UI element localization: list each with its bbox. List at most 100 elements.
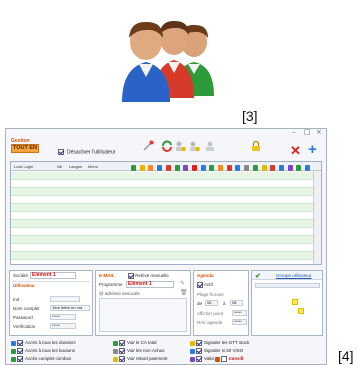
column-header-icon[interactable] <box>296 165 302 171</box>
rav-field[interactable]: ***** <box>232 319 247 325</box>
column-header-icon[interactable] <box>183 165 189 171</box>
column-header-icon[interactable] <box>157 165 163 171</box>
grid-vertical-scrollbar[interactable] <box>313 171 321 264</box>
col-header-login[interactable]: Lock Login <box>14 164 33 169</box>
table-row[interactable] <box>11 244 314 252</box>
column-header-icon[interactable] <box>165 165 171 171</box>
programme-select[interactable]: Elément 1 <box>126 281 174 288</box>
user-settings-icon[interactable] <box>204 140 216 152</box>
padlock-icon[interactable] <box>250 140 262 152</box>
deactivate-checkbox[interactable] <box>58 149 64 155</box>
right-checkbox[interactable] <box>119 356 125 362</box>
column-header-icon[interactable] <box>278 165 284 171</box>
table-row[interactable] <box>11 212 314 220</box>
column-header-icon[interactable] <box>226 165 232 171</box>
column-header-icon[interactable] <box>148 165 154 171</box>
table-row[interactable] <box>11 196 314 204</box>
right-option[interactable]: Voir les non-Achus <box>113 348 165 354</box>
maximize-icon[interactable]: □ <box>304 129 311 136</box>
column-header-icon[interactable] <box>200 165 206 171</box>
table-row[interactable] <box>11 188 314 196</box>
col-header-menu[interactable]: Menu <box>88 164 98 169</box>
plage-label: Plage horaire <box>197 292 224 297</box>
column-header-icon[interactable] <box>209 165 215 171</box>
delete-icon[interactable]: ✕ <box>290 144 301 157</box>
group-yellow-marker-2[interactable] <box>298 308 304 314</box>
table-row[interactable] <box>11 220 314 228</box>
refresh-icon[interactable] <box>161 140 173 152</box>
table-row[interactable] <box>11 228 314 236</box>
right-option[interactable]: Voir retard paiement <box>113 356 168 362</box>
table-row[interactable] <box>11 180 314 188</box>
nom-complet-field[interactable]: 1ère lettre en ma <box>50 305 90 311</box>
right-checkbox[interactable] <box>196 340 202 346</box>
right-option[interactable]: Accès à tous les boutons <box>11 348 75 354</box>
user-lock-icon[interactable] <box>174 140 186 152</box>
groups-input[interactable] <box>255 283 320 288</box>
right-option[interactable]: Signaler les GTT stock <box>190 340 249 346</box>
right-checkbox[interactable] <box>196 348 202 354</box>
column-header-icon[interactable] <box>131 165 136 171</box>
trash-icon[interactable]: 🗑 <box>180 289 188 296</box>
right-option[interactable]: Valid. <box>190 356 215 362</box>
user-panel: Société Elément 1 Utilisateur Init Nom c… <box>9 270 93 336</box>
right-checkbox[interactable] <box>17 340 23 346</box>
right-icon <box>11 356 16 362</box>
a-field[interactable]: 08 <box>230 300 243 306</box>
releve-option[interactable]: Relève manuelle <box>128 273 169 279</box>
right-checkbox[interactable] <box>221 356 227 362</box>
password-field[interactable]: ***** <box>50 314 76 320</box>
right-icon <box>190 348 195 354</box>
actif-label: Actif <box>204 282 213 288</box>
verification-field[interactable]: ***** <box>50 323 76 329</box>
column-header-icon[interactable] <box>261 165 267 171</box>
right-option[interactable]: Intevill <box>215 356 243 362</box>
actif-option[interactable]: Actif <box>197 282 213 288</box>
actif-checkbox[interactable] <box>197 282 203 288</box>
add-user-icon[interactable]: + <box>308 142 317 157</box>
afficher-field[interactable]: ***** <box>232 310 247 316</box>
col-header-nb[interactable]: Nb <box>57 164 62 169</box>
right-checkbox[interactable] <box>17 348 23 354</box>
releve-checkbox[interactable] <box>128 273 134 279</box>
right-option[interactable]: Voir le CA total <box>113 340 157 346</box>
close-window-icon[interactable]: × <box>316 129 322 136</box>
column-header-icon[interactable] <box>305 165 310 171</box>
table-row[interactable] <box>11 204 314 212</box>
edit-icon[interactable]: ✎ <box>180 280 185 287</box>
key-tool-icon[interactable] <box>142 140 154 152</box>
groupe-utilisateur-link[interactable]: Groupe utilisateur <box>276 273 312 278</box>
tout-en-button[interactable]: TOUT EN <box>11 144 39 153</box>
table-row[interactable] <box>11 260 314 264</box>
column-header-icon[interactable] <box>244 165 250 171</box>
column-header-icon[interactable] <box>235 165 241 171</box>
right-option[interactable]: Signaler si 50 VISO <box>190 348 243 354</box>
col-header-langue[interactable]: Langue <box>69 164 82 169</box>
adresse-list[interactable] <box>99 298 187 332</box>
right-option[interactable]: Accès complet combos <box>11 356 71 362</box>
de-field[interactable]: 08 <box>205 300 218 306</box>
right-checkbox[interactable] <box>196 356 202 362</box>
group-yellow-marker[interactable] <box>292 299 298 305</box>
right-checkbox[interactable] <box>119 348 125 354</box>
column-header-icon[interactable] <box>191 165 197 171</box>
right-label: Accès complet combos <box>25 356 72 362</box>
column-header-icon[interactable] <box>218 165 223 171</box>
minimize-icon[interactable]: – <box>292 129 296 136</box>
deactivate-user-option[interactable]: Désactiver l'utilisateur <box>58 149 115 155</box>
column-header-icon[interactable] <box>270 165 276 171</box>
table-row[interactable] <box>11 172 314 180</box>
right-checkbox[interactable] <box>119 340 125 346</box>
right-checkbox[interactable] <box>17 356 23 362</box>
table-row[interactable] <box>11 236 314 244</box>
column-header-icon[interactable] <box>287 165 293 171</box>
column-header-icon[interactable] <box>139 165 145 171</box>
init-field[interactable] <box>50 296 80 302</box>
user-lock-2-icon[interactable] <box>188 140 200 152</box>
right-option[interactable]: Accès à tous les dossiers <box>11 340 76 346</box>
afficher-label: Afficher point <box>197 311 224 316</box>
column-header-icon[interactable] <box>252 165 258 171</box>
column-header-icon[interactable] <box>174 165 180 171</box>
societe-select[interactable]: Elément 1 <box>30 272 76 279</box>
table-row[interactable] <box>11 252 314 260</box>
